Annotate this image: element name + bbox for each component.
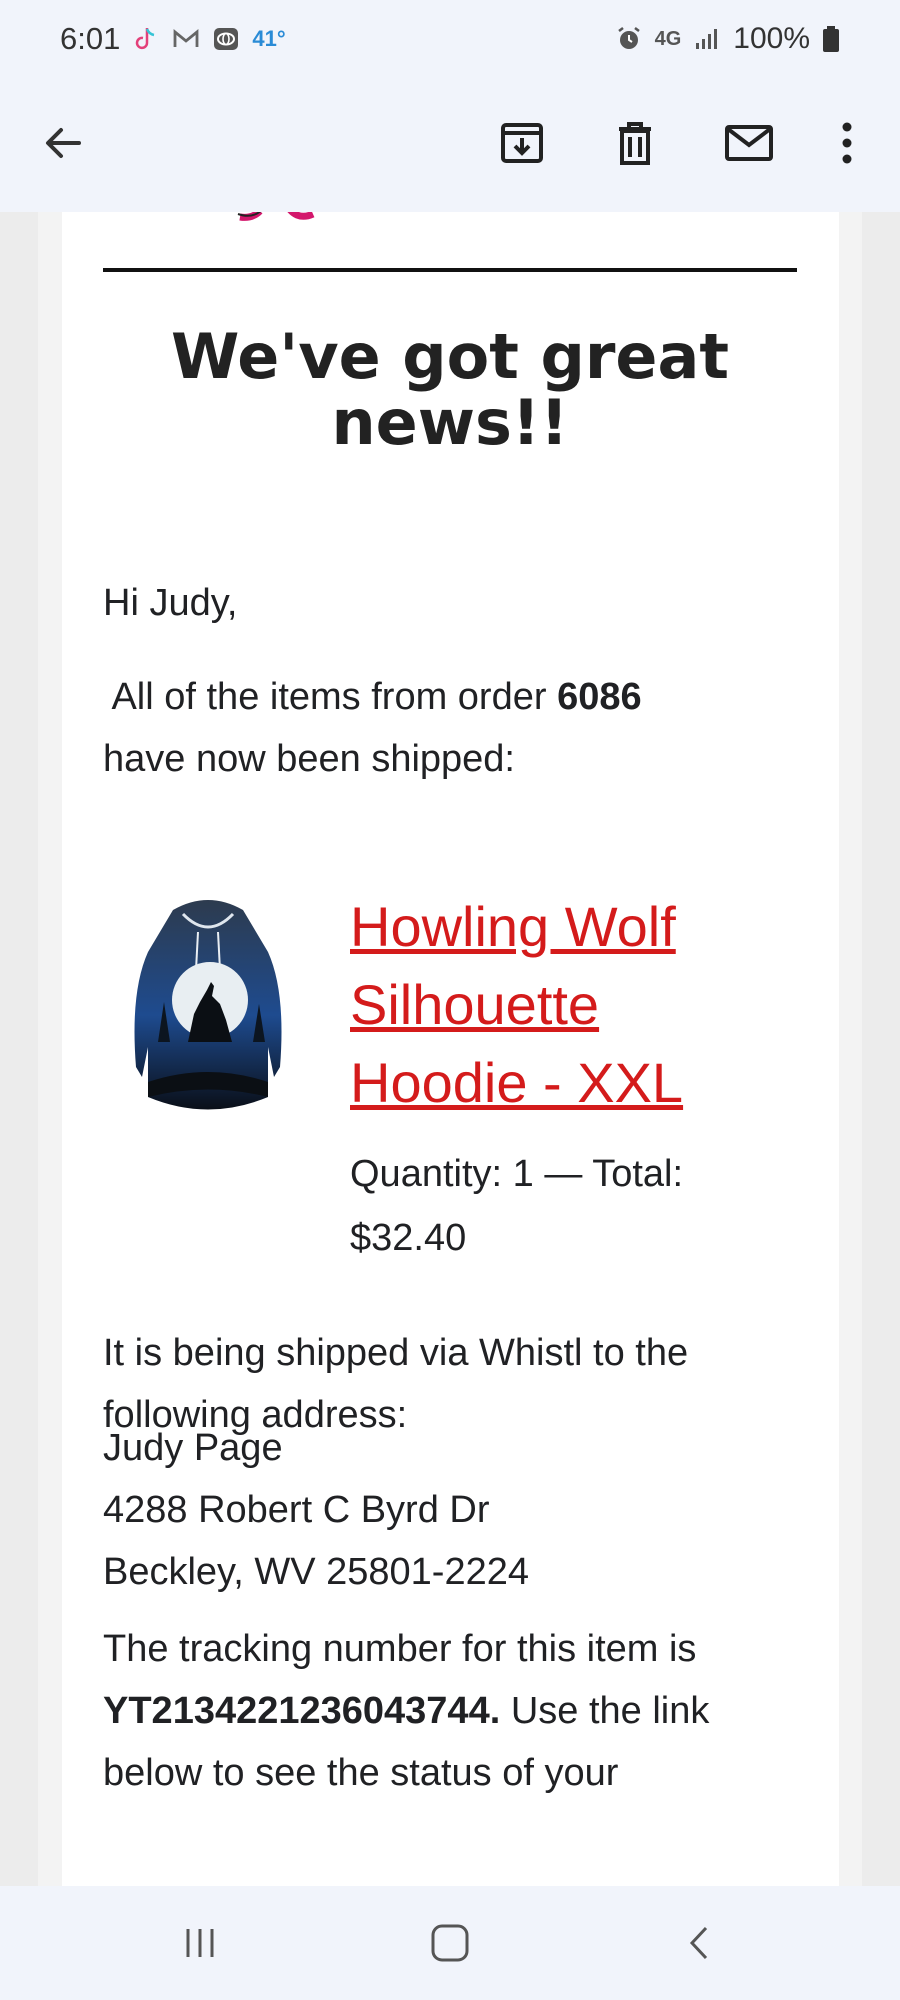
shipping-address: Judy Page 4288 Robert C Byrd Dr Beckley,… [103,1417,803,1603]
back-icon [689,1926,708,1960]
email-content[interactable]: We've got great news!! Hi Judy, All of t… [0,212,900,1886]
system-back-button[interactable] [655,1908,745,1978]
back-button[interactable] [28,108,98,178]
delete-button[interactable] [600,108,670,178]
mail-icon [725,125,773,161]
tracking-prefix: The tracking number for this item is [103,1628,697,1670]
address-city: Beckley, WV 25801-2224 [103,1551,529,1593]
battery-percent: 100% [733,22,810,55]
more-vert-icon [842,122,852,164]
order-number: 6086 [557,676,642,718]
status-left: 6:01 41° [60,21,286,57]
tracking-paragraph: The tracking number for this item is YT2… [103,1618,803,1804]
home-button[interactable] [405,1908,495,1978]
battery-icon [823,26,839,52]
archive-icon [501,123,543,163]
status-right: 4G 100% [615,22,840,56]
header-divider [103,268,797,272]
navigation-bar [0,1886,900,2000]
intro-suffix: have now been shipped: [103,738,515,780]
address-name: Judy Page [103,1427,283,1469]
status-time: 6:01 [60,21,121,56]
network-label: 4G [654,27,682,50]
archive-button[interactable] [487,108,557,178]
product-link[interactable]: Howling Wolf Silhouette Hoodie - XXL [350,888,780,1122]
greeting: Hi Judy, [103,582,238,624]
recent-apps-icon [186,1929,214,1957]
signal-icon [696,29,718,49]
back-arrow-icon [46,128,81,158]
intro-prefix: All of the items from order [103,676,558,718]
tracking-number: YT2134221236043744. [103,1690,501,1732]
trash-icon [619,122,651,165]
order-intro: All of the items from order 6086 have no… [103,666,803,790]
product-meta: Quantity: 1 — Total: $32.40 [350,1142,770,1270]
product-total: $32.40 [350,1217,467,1259]
toyota-icon [214,28,239,50]
mark-unread-button[interactable] [714,108,784,178]
quantity-label: Quantity: 1 — Total: [350,1153,684,1195]
temperature: 41° [252,26,286,51]
email-headline: We've got great news!! [171,320,729,459]
gmail-icon [173,29,199,47]
home-icon [431,1924,469,1962]
more-options-button[interactable] [812,108,882,178]
status-bar: 6:01 41° 4G 100% [0,0,900,78]
app-bar [0,78,900,212]
product-image[interactable] [128,892,288,1132]
address-street: 4288 Robert C Byrd Dr [103,1489,490,1531]
alarm-icon [617,27,640,49]
store-logo [237,212,315,221]
tiktok-icon [136,28,155,50]
recent-apps-button[interactable] [155,1908,245,1978]
